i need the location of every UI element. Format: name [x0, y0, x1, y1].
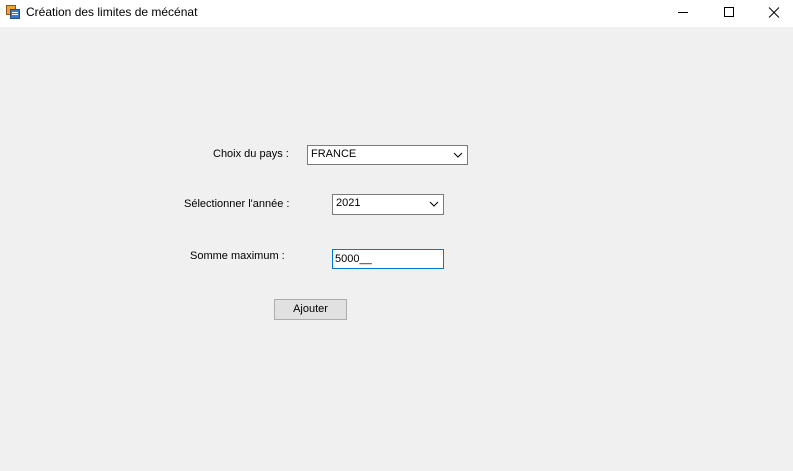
title-bar[interactable]: Création des limites de mécénat	[0, 0, 793, 27]
year-select-value: 2021	[336, 197, 361, 209]
country-label: Choix du pays :	[213, 148, 289, 160]
amount-input[interactable]: 5000__	[332, 249, 444, 269]
close-button[interactable]	[751, 0, 793, 27]
year-select[interactable]: 2021	[332, 194, 444, 215]
minimize-icon	[678, 12, 688, 13]
amount-label: Somme maximum :	[190, 250, 285, 262]
app-window: Création des limites de mécénat Choix du…	[0, 0, 793, 471]
close-icon	[768, 7, 780, 18]
chevron-down-icon	[429, 201, 439, 207]
minimize-button[interactable]	[660, 0, 706, 27]
add-button[interactable]: Ajouter	[274, 299, 347, 320]
maximize-button[interactable]	[706, 0, 752, 27]
chevron-down-icon	[453, 152, 463, 158]
app-form-icon	[6, 5, 20, 19]
window-title: Création des limites de mécénat	[26, 5, 198, 19]
year-label: Sélectionner l'année :	[184, 198, 290, 210]
maximize-icon	[724, 7, 734, 17]
country-select-value: FRANCE	[311, 148, 357, 160]
country-select[interactable]: FRANCE	[307, 145, 468, 165]
